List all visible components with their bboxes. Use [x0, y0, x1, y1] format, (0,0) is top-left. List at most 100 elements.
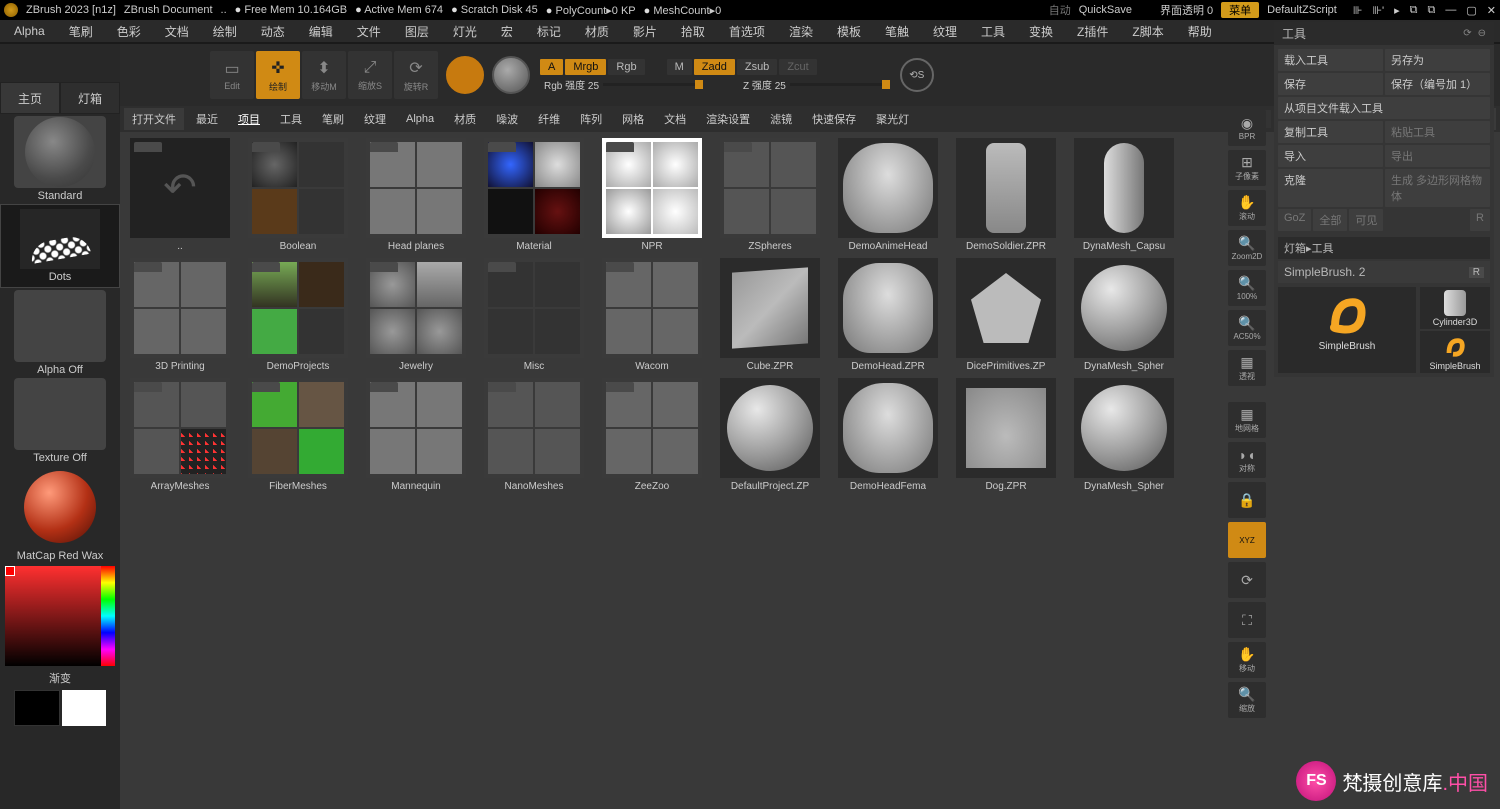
menu-button[interactable]: 菜单: [1221, 2, 1259, 18]
folder-material[interactable]: Material: [478, 138, 590, 252]
rotate-view-button[interactable]: ⟳: [1228, 562, 1266, 598]
menu-layer[interactable]: 图层: [397, 21, 437, 42]
edit-button[interactable]: ▭Edit: [210, 51, 254, 99]
tool-tab[interactable]: 工具: [272, 108, 310, 130]
goz-button[interactable]: GoZ: [1278, 209, 1311, 231]
folder-wacom[interactable]: Wacom: [596, 258, 708, 372]
stroke-swatch[interactable]: Dots: [0, 204, 120, 288]
menu-light[interactable]: 灯光: [445, 21, 485, 42]
a-mode-button[interactable]: A: [540, 59, 563, 75]
goz-all-button[interactable]: 全部: [1313, 209, 1347, 231]
item-demohead[interactable]: DemoHead.ZPR: [832, 258, 944, 372]
persp-button[interactable]: ▦透视: [1228, 350, 1266, 386]
layout-icon[interactable]: ⊪: [1353, 4, 1363, 17]
texture-tab[interactable]: 纹理: [356, 108, 394, 130]
layout-icon[interactable]: ⧉: [1428, 4, 1436, 17]
fiber-tab[interactable]: 纤维: [530, 108, 568, 130]
subpixel-button[interactable]: ⊞子像素: [1228, 150, 1266, 186]
folder-misc[interactable]: Misc: [478, 258, 590, 372]
menu-draw[interactable]: 绘制: [205, 21, 245, 42]
sculptris-icon[interactable]: [492, 56, 530, 94]
zcut-button[interactable]: Zcut: [779, 59, 816, 75]
layout-icon[interactable]: ⊪': [1372, 4, 1384, 17]
menu-color[interactable]: 色彩: [109, 21, 149, 42]
menu-dynamic[interactable]: 动态: [253, 21, 293, 42]
make-polymesh-button[interactable]: 生成 多边形网格物体: [1385, 169, 1490, 207]
floor-button[interactable]: ▦地网格: [1228, 402, 1266, 438]
load-tool-button[interactable]: 载入工具: [1278, 49, 1383, 71]
folder-headplanes[interactable]: Head planes: [360, 138, 472, 252]
quicksave-button[interactable]: QuickSave: [1079, 4, 1132, 16]
menu-file[interactable]: 文件: [349, 21, 389, 42]
move3d-button[interactable]: ✋移动: [1228, 642, 1266, 678]
brush-swatch[interactable]: Standard: [0, 116, 120, 202]
item-dynamesh-capsule[interactable]: DynaMesh_Capsu: [1068, 138, 1180, 252]
folder-demoprojects[interactable]: DemoProjects: [242, 258, 354, 372]
home-tab[interactable]: 主页: [0, 82, 60, 114]
panel-pin-icon[interactable]: ⟳: [1463, 28, 1471, 39]
save-button[interactable]: 保存: [1278, 73, 1383, 95]
minimize-icon[interactable]: —: [1445, 4, 1456, 17]
texture-swatch[interactable]: Texture Off: [0, 378, 120, 464]
menu-transform[interactable]: 变换: [1021, 21, 1061, 42]
panel-close-icon[interactable]: ⊖: [1478, 28, 1486, 39]
lightbox-tools-section[interactable]: 灯箱▸工具: [1278, 237, 1490, 259]
rgb-button[interactable]: Rgb: [608, 59, 644, 75]
dynamic-brush-icon[interactable]: ⟲S: [900, 58, 934, 92]
item-dynamesh-sphere[interactable]: DynaMesh_Spher: [1068, 258, 1180, 372]
load-from-project-button[interactable]: 从项目文件载入工具: [1278, 97, 1490, 119]
close-icon[interactable]: ✕: [1487, 4, 1496, 17]
spotlight-tab[interactable]: 聚光灯: [868, 108, 917, 130]
item-dynamesh-sphere2[interactable]: DynaMesh_Spher: [1068, 378, 1180, 492]
folder-zspheres[interactable]: ZSpheres: [714, 138, 826, 252]
active-tool[interactable]: SimpleBrush. 2R: [1278, 261, 1490, 283]
tool-cylinder3d[interactable]: Cylinder3D: [1420, 287, 1490, 329]
menu-help[interactable]: 帮助: [1180, 21, 1220, 42]
folder-3dprinting[interactable]: 3D Printing: [124, 258, 236, 372]
folder-boolean[interactable]: Boolean: [242, 138, 354, 252]
menu-zplugin[interactable]: Z插件: [1069, 21, 1116, 42]
grid-tab[interactable]: 网格: [614, 108, 652, 130]
folder-nanomeshes[interactable]: NanoMeshes: [478, 378, 590, 492]
goz-visible-button[interactable]: 可见: [1349, 209, 1383, 231]
menu-tool[interactable]: 工具: [973, 21, 1013, 42]
lightbox-tab[interactable]: 灯箱: [60, 82, 120, 114]
color-swatches[interactable]: [14, 690, 106, 726]
color-picker[interactable]: [5, 566, 115, 666]
copy-tool-button[interactable]: 复制工具: [1278, 121, 1383, 143]
doc-tab[interactable]: 文档: [656, 108, 694, 130]
item-diceprimitives[interactable]: DicePrimitives.ZP: [950, 258, 1062, 372]
ui-transparency[interactable]: 界面透明 0: [1160, 2, 1213, 18]
item-demoheadfemale[interactable]: DemoHeadFema: [832, 378, 944, 492]
import-button[interactable]: 导入: [1278, 145, 1383, 167]
scale-button[interactable]: ⤢缩放S: [348, 51, 392, 99]
menu-prefs[interactable]: 首选项: [721, 21, 773, 42]
tool-simplebrush[interactable]: SimpleBrush: [1278, 287, 1416, 373]
r-flag[interactable]: R: [1469, 267, 1484, 278]
noise-tab[interactable]: 噪波: [488, 108, 526, 130]
filter-tab[interactable]: 滤镜: [762, 108, 800, 130]
material-swatch[interactable]: MatCap Red Wax: [0, 466, 120, 562]
xyz-button[interactable]: XYZ: [1228, 522, 1266, 558]
menu-edit[interactable]: 编辑: [301, 21, 341, 42]
zoom3d-button[interactable]: 🔍缩放: [1228, 682, 1266, 718]
menu-brush[interactable]: 笔刷: [61, 21, 101, 42]
tool-simplebrush2[interactable]: SimpleBrush: [1420, 331, 1490, 373]
menu-material[interactable]: 材质: [577, 21, 617, 42]
clone-button[interactable]: 克隆: [1278, 169, 1383, 207]
menu-alpha[interactable]: Alpha: [6, 22, 53, 40]
zadd-button[interactable]: Zadd: [694, 59, 735, 75]
folder-up[interactable]: ↶..: [124, 138, 236, 252]
material-tab[interactable]: 材质: [446, 108, 484, 130]
rgb-intensity-slider[interactable]: Rgb 强度 25: [540, 77, 707, 92]
quicksave-tab[interactable]: 快速保存: [804, 108, 864, 130]
menu-marker[interactable]: 标记: [529, 21, 569, 42]
gradient-label[interactable]: 渐变: [0, 670, 120, 686]
menu-texture[interactable]: 纹理: [925, 21, 965, 42]
gizmo-icon[interactable]: [446, 56, 484, 94]
m-button[interactable]: M: [667, 59, 692, 75]
item-demoanimehead[interactable]: DemoAnimeHead: [832, 138, 944, 252]
open-file-button[interactable]: 打开文件: [124, 108, 184, 130]
item-cube[interactable]: Cube.ZPR: [714, 258, 826, 372]
alpha-tab[interactable]: Alpha: [398, 110, 442, 128]
